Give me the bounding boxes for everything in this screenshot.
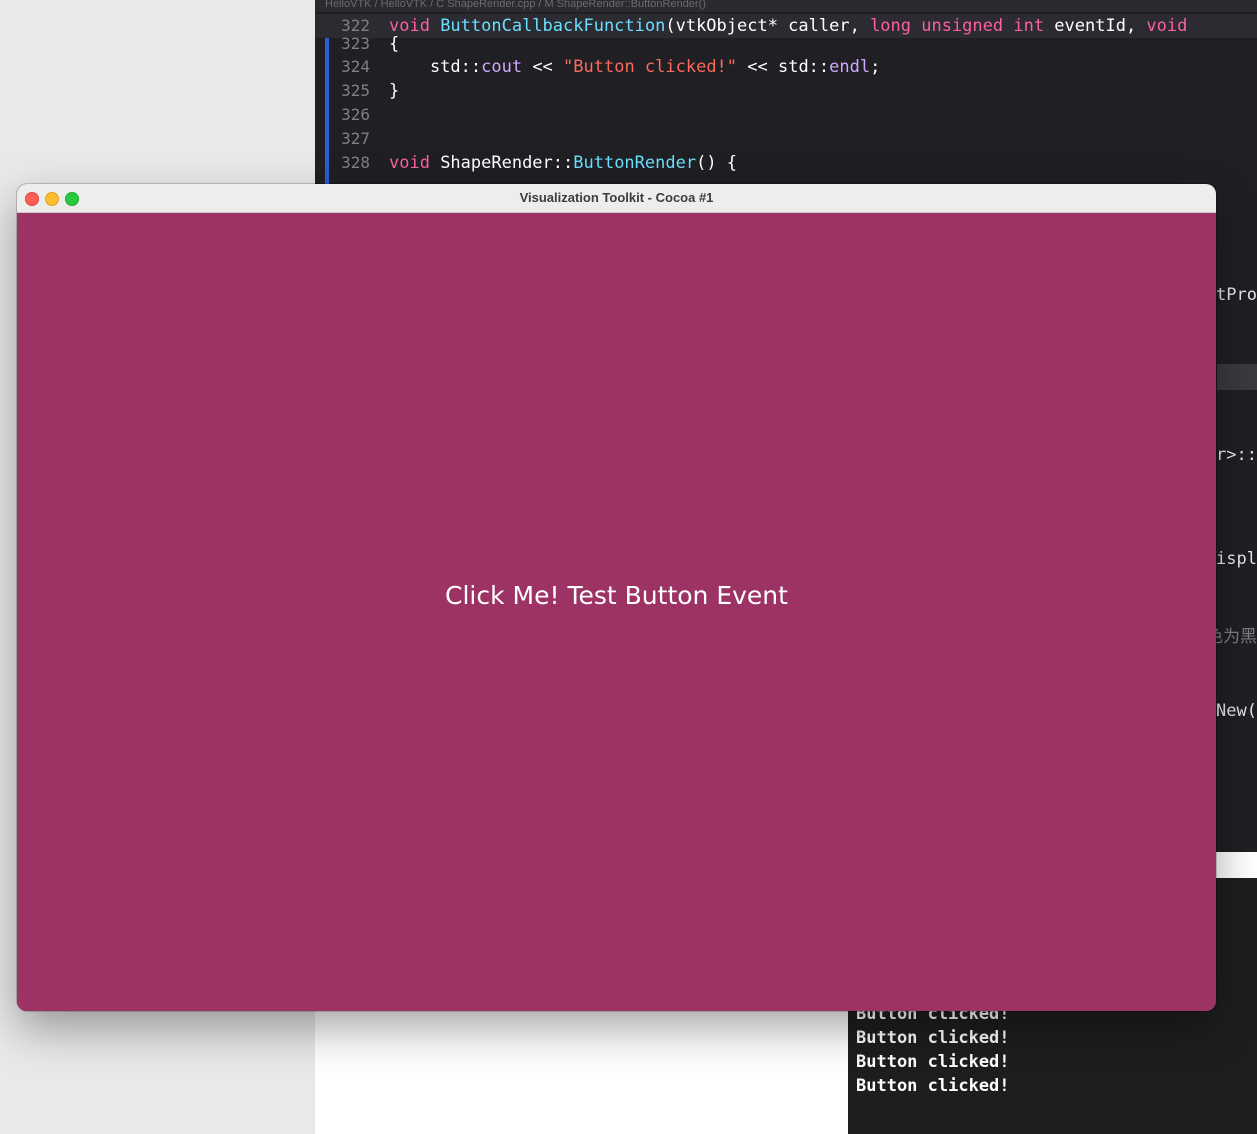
code-token: { xyxy=(389,34,400,54)
code-token: void xyxy=(389,153,441,173)
current-line-highlight xyxy=(1217,364,1257,390)
code-line[interactable]: 328 void ShapeRender::ButtonRender() { xyxy=(315,151,1257,175)
test-button-text[interactable]: Click Me! Test Button Event xyxy=(17,581,1216,610)
code-token: ; xyxy=(870,57,881,77)
breadcrumb[interactable]: HelloVTK / HelloVTK / C ShapeRender.cpp … xyxy=(315,0,1257,12)
code-line[interactable]: 325} xyxy=(315,79,1257,103)
line-number: 326 xyxy=(341,105,370,124)
code-token: endl xyxy=(829,57,871,77)
line-number: 325 xyxy=(341,81,370,100)
code-token: << xyxy=(522,57,564,77)
code-token: << std:: xyxy=(737,57,830,77)
code-line[interactable]: 323 { xyxy=(315,32,1257,56)
code-fragment: New( xyxy=(1216,701,1257,721)
code-token: cout xyxy=(481,57,523,77)
window-title: Visualization Toolkit - Cocoa #1 xyxy=(519,190,714,205)
window-titlebar[interactable]: Visualization Toolkit - Cocoa #1 xyxy=(17,184,1216,213)
code-token: () { xyxy=(696,153,738,173)
code-line[interactable]: 324 std::cout << "Button clicked!" << st… xyxy=(315,55,1257,79)
code-line[interactable]: 327 xyxy=(315,127,1257,151)
console-line: Button clicked! xyxy=(856,1028,1010,1048)
code-token: ButtonRender xyxy=(573,153,697,173)
line-number: 328 xyxy=(341,153,370,172)
code-line[interactable]: 326 xyxy=(315,103,1257,127)
vtk-render-window[interactable]: Visualization Toolkit - Cocoa #1 Click M… xyxy=(17,184,1216,1011)
code-token: } xyxy=(389,81,400,101)
code-fragment: ispl xyxy=(1216,549,1257,569)
code-token: std:: xyxy=(389,57,482,77)
code-token: ShapeRender:: xyxy=(440,153,574,173)
render-viewport[interactable]: Click Me! Test Button Event xyxy=(17,213,1216,1011)
line-number: 327 xyxy=(341,129,370,148)
console-line: Button clicked! xyxy=(856,1052,1010,1072)
line-number: 324 xyxy=(341,57,370,76)
code-fragment: tPro xyxy=(1216,285,1257,305)
console-line: Button clicked! xyxy=(856,1076,1010,1096)
line-number: 323 xyxy=(341,34,370,53)
code-token: "Button clicked!" xyxy=(563,57,738,77)
